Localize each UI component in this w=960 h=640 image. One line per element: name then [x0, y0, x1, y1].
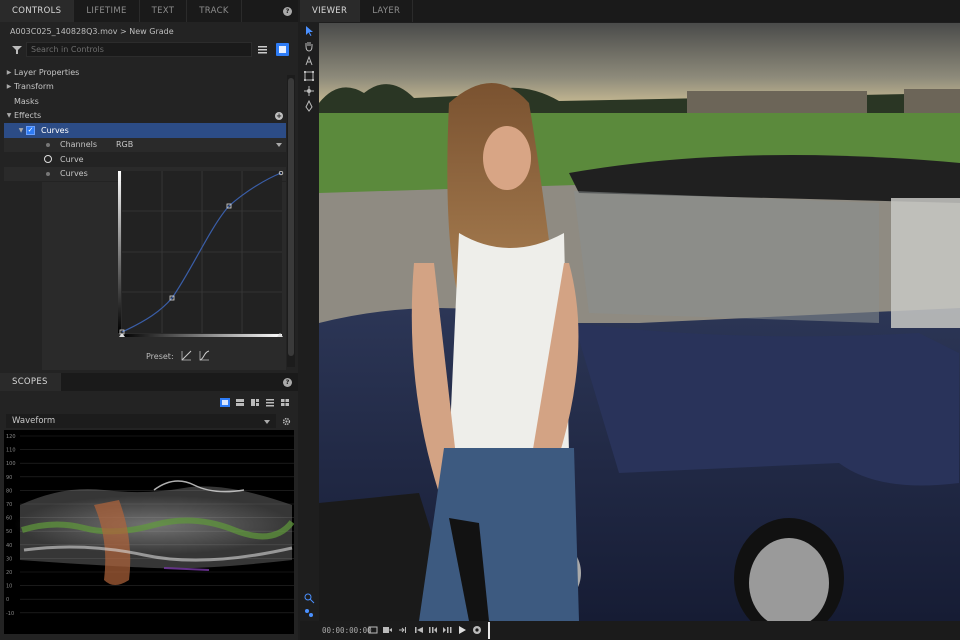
- bullet-icon: [46, 142, 50, 147]
- tree-item-label: Layer Properties: [14, 67, 80, 77]
- in-point-icon[interactable]: [397, 625, 407, 635]
- viewer-tabbar: VIEWER LAYER: [300, 0, 960, 22]
- waveform-scale-label: 70: [6, 502, 12, 508]
- tree-item-label: Masks: [14, 96, 39, 106]
- effects-tree: ▶ Layer Properties ▶ Transform Masks ▼ E…: [4, 65, 286, 181]
- go-to-start-icon[interactable]: [414, 625, 424, 635]
- chevron-down-icon: [264, 420, 270, 424]
- scopes-tabbar: SCOPES ?: [0, 373, 298, 391]
- step-forward-icon[interactable]: [442, 625, 452, 635]
- waveform-scale-label: 30: [6, 556, 12, 562]
- single-layout-icon[interactable]: [220, 398, 230, 407]
- tree-item-effects[interactable]: ▼ Effects +: [4, 109, 286, 124]
- waveform-scale-label: 20: [6, 570, 12, 576]
- tree-item-label: Curve: [60, 154, 84, 164]
- rows-layout-icon[interactable]: [265, 398, 275, 407]
- grid-view-icon[interactable]: [276, 43, 289, 56]
- curve-editor[interactable]: [116, 171, 286, 339]
- add-effect-icon[interactable]: +: [275, 111, 283, 120]
- waveform-graph: 1201101009080706050403020100-10: [6, 434, 295, 617]
- s-curve-preset-icon[interactable]: [199, 350, 210, 361]
- channels-label: Channels: [60, 140, 98, 150]
- waveform-scale-label: 100: [6, 461, 16, 467]
- tree-item-label: Curves: [60, 169, 88, 179]
- chevron-right-icon: ▶: [6, 83, 12, 91]
- tree-item-layer-properties[interactable]: ▶ Layer Properties: [4, 65, 286, 80]
- waveform-scale-label: 60: [6, 516, 12, 522]
- text-tool-icon[interactable]: [303, 55, 315, 67]
- timecode: 00:00:00:00: [322, 626, 372, 635]
- tab-controls[interactable]: CONTROLS: [0, 0, 75, 22]
- move-icon[interactable]: [303, 85, 315, 97]
- tree-item-curve[interactable]: Curve: [4, 152, 286, 167]
- waveform-scale-label: 10: [6, 584, 12, 590]
- transport-bar: 00:00:00:00: [300, 621, 960, 640]
- viewer-image: [319, 23, 960, 621]
- help-icon[interactable]: ?: [283, 7, 292, 16]
- linear-preset-icon[interactable]: [181, 350, 192, 361]
- three-pane-layout-icon[interactable]: [250, 398, 260, 407]
- tab-lifetime[interactable]: LIFETIME: [74, 0, 140, 22]
- channels-value: RGB: [116, 140, 134, 150]
- gear-icon[interactable]: [282, 417, 291, 426]
- waveform-scale-label: 110: [6, 448, 16, 454]
- chevron-right-icon: ▶: [6, 68, 12, 76]
- keyframe-icon[interactable]: [44, 155, 52, 164]
- waveform-scale-label: 80: [6, 488, 12, 494]
- tree-item-transform[interactable]: ▶ Transform: [4, 80, 286, 95]
- tree-item-label: Curves: [41, 125, 69, 135]
- transform-icon[interactable]: [303, 70, 315, 82]
- chevron-down-icon: [276, 142, 282, 147]
- loop-icon[interactable]: [368, 625, 378, 635]
- search-input[interactable]: Search in Controls: [26, 42, 252, 57]
- record-icon[interactable]: [382, 625, 392, 635]
- waveform-scale-label: -10: [6, 611, 14, 617]
- playhead[interactable]: [488, 622, 490, 639]
- tool-strip: [300, 22, 318, 622]
- tree-item-label: Effects: [14, 111, 42, 121]
- two-row-layout-icon[interactable]: [235, 398, 245, 407]
- tree-item-label: Transform: [14, 82, 54, 92]
- waveform-scale-label: 50: [6, 529, 12, 535]
- roi-icon[interactable]: [303, 592, 315, 604]
- tab-viewer[interactable]: VIEWER: [300, 0, 361, 22]
- stop-icon[interactable]: [472, 625, 482, 635]
- waveform-scale-label: 0: [6, 597, 9, 603]
- tab-track[interactable]: TRACK: [187, 0, 242, 22]
- quad-layout-icon[interactable]: [280, 398, 290, 407]
- controls-panel: CONTROLS LIFETIME TEXT TRACK ? A003C025_…: [0, 0, 298, 640]
- tab-layer[interactable]: LAYER: [360, 0, 414, 22]
- filter-icon[interactable]: [12, 46, 22, 54]
- waveform-scope: 120 110 100 90 80 70 60 50 40 30 20 10 0 -10: [4, 430, 295, 634]
- help-icon[interactable]: ?: [283, 378, 292, 387]
- breadcrumb: A003C025_140828Q3.mov > New Grade: [10, 27, 174, 36]
- play-icon[interactable]: [457, 625, 467, 635]
- viewer-panel: VIEWER LAYER 00:00:00:00: [300, 0, 960, 640]
- channels-dropdown[interactable]: Channels RGB: [4, 137, 286, 152]
- controls-tabbar: CONTROLS LIFETIME TEXT TRACK ?: [0, 0, 298, 22]
- tab-scopes[interactable]: SCOPES: [0, 373, 61, 391]
- enable-checkbox[interactable]: ✓: [26, 125, 35, 135]
- scope-type-select[interactable]: Waveform: [6, 414, 276, 428]
- waveform-scale-label: 120: [6, 434, 16, 440]
- scrollbar-thumb[interactable]: [288, 78, 294, 356]
- list-view-icon[interactable]: [256, 43, 269, 56]
- select-arrow-icon[interactable]: [303, 25, 315, 37]
- chevron-down-icon: ▼: [6, 112, 12, 120]
- track-icon[interactable]: [303, 607, 315, 619]
- tree-item-curves[interactable]: ▼ ✓ Curves: [4, 123, 286, 138]
- preset-label: Preset:: [146, 352, 174, 361]
- waveform-scale-label: 40: [6, 543, 12, 549]
- viewer-canvas[interactable]: [319, 23, 960, 621]
- step-back-icon[interactable]: [428, 625, 438, 635]
- chevron-down-icon: ▼: [18, 126, 24, 134]
- bullet-icon: [46, 171, 50, 176]
- hand-icon[interactable]: [303, 40, 315, 52]
- tab-text[interactable]: TEXT: [140, 0, 188, 22]
- pen-icon[interactable]: [303, 100, 315, 112]
- tree-item-masks[interactable]: Masks: [4, 94, 286, 109]
- waveform-scale-label: 90: [6, 475, 12, 481]
